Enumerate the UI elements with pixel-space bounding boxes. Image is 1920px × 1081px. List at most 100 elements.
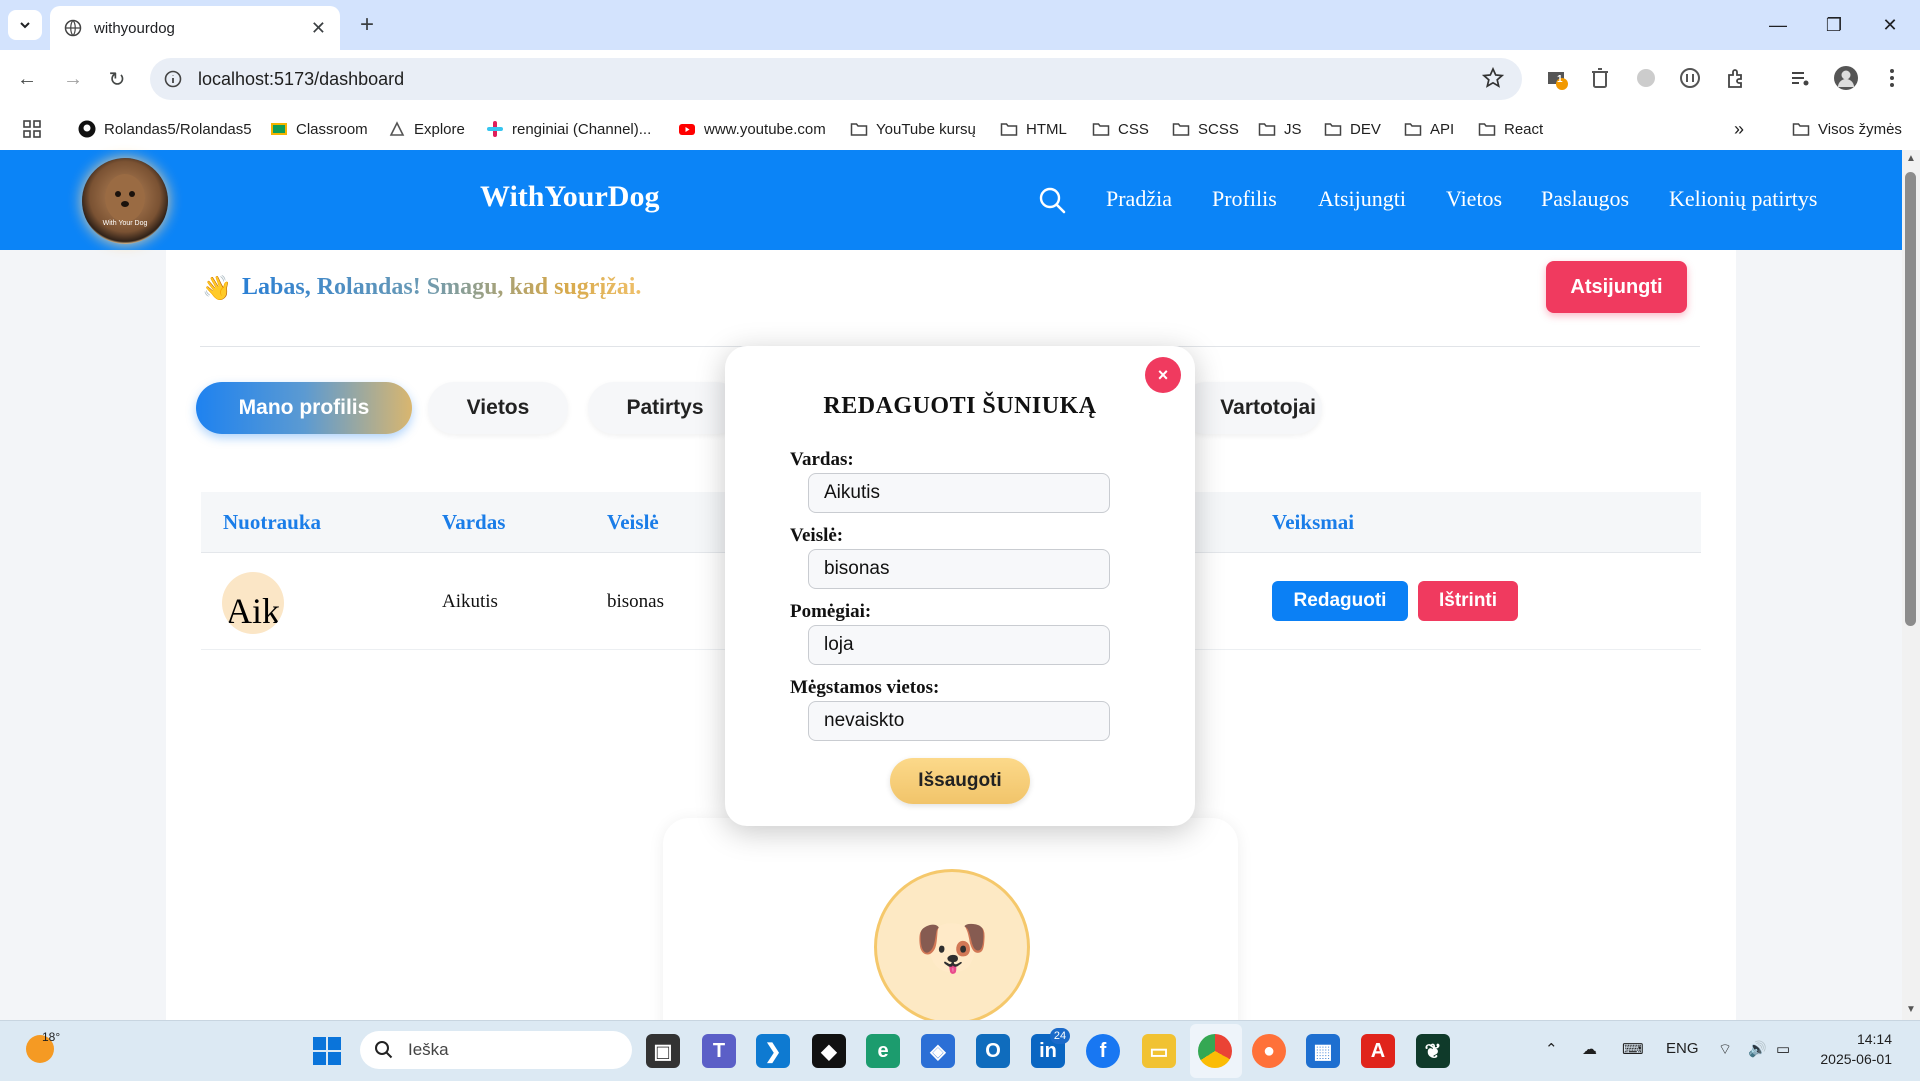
tab-my-profile[interactable]: Mano profilis [196,382,412,434]
mongodb-icon[interactable]: ❦ [1416,1034,1450,1068]
vscode-icon[interactable]: ❯ [756,1034,790,1068]
delete-button[interactable]: Ištrinti [1418,581,1518,621]
scroll-down-arrow-icon[interactable]: ▼ [1906,1004,1916,1015]
bookmark-star-icon[interactable] [1482,67,1504,89]
reload-icon[interactable]: ↻ [100,62,134,96]
site-logo[interactable]: With Your Dog [82,158,168,244]
new-tab-button[interactable]: + [352,10,382,40]
logout-button[interactable]: Atsijungti [1546,261,1687,313]
bookmark-folder[interactable]: React [1478,116,1543,142]
bookmark-item[interactable]: Rolandas5/Rolandas5 [78,116,252,142]
bookmark-item[interactable]: Explore [388,116,465,142]
bookmark-folder[interactable]: JS [1258,116,1302,142]
taskbar-clock[interactable]: 14:14 2025-06-01 [1808,1029,1892,1069]
input-language[interactable]: ENG [1666,1040,1699,1057]
bookmark-folder[interactable]: YouTube kursų [850,116,976,142]
taskbar-search[interactable]: Ieška [360,1031,632,1069]
dog-face-avatar-icon: 🐶 [874,869,1030,1025]
firefox-icon[interactable]: ● [1252,1034,1286,1068]
terminal-app-icon[interactable]: ◆ [812,1034,846,1068]
extensions-icon[interactable] [1722,64,1750,92]
minimize-button[interactable]: — [1758,8,1798,42]
brand-title[interactable]: WithYourDog [480,180,659,214]
name-input[interactable] [808,473,1110,513]
facebook-icon[interactable]: f [1086,1034,1120,1068]
store-icon[interactable]: ▦ [1306,1034,1340,1068]
taskbar-search-placeholder: Ieška [408,1040,449,1059]
volume-icon[interactable]: 🔊 [1748,1040,1767,1058]
media-controls-icon[interactable] [1786,64,1814,92]
hobbies-label: Pomėgiai: [790,601,872,622]
column-header-breed: Veislė [607,510,659,534]
search-icon[interactable] [1038,186,1066,214]
bookmark-folder[interactable]: API [1404,116,1454,142]
circle-extension-icon[interactable] [1676,64,1704,92]
all-bookmarks-folder[interactable]: Visos žymės [1792,116,1902,142]
nav-places[interactable]: Vietos [1446,186,1502,212]
forward-arrow-icon[interactable]: → [56,62,90,96]
bookmark-folder[interactable]: CSS [1092,116,1149,142]
teams-icon[interactable]: T [702,1034,736,1068]
modal-close-button[interactable]: × [1145,357,1181,393]
tab-users-label: Vartotojai [1220,396,1316,419]
tab-experiences[interactable]: Patirtys [588,382,742,434]
save-button[interactable]: Išsaugoti [890,758,1030,804]
shield-app-icon[interactable]: ◈ [921,1034,955,1068]
address-bar[interactable]: localhost:5173/dashboard [150,58,1522,100]
youtube-icon [679,124,695,135]
windows-start-icon[interactable] [312,1036,342,1066]
close-window-button[interactable]: ✕ [1870,8,1910,42]
bookmark-item[interactable]: renginiai (Channel)... [486,116,651,142]
scrollbar-thumb[interactable] [1905,172,1916,626]
folder-icon [1092,123,1110,136]
battery-icon[interactable]: ▭ [1776,1040,1790,1058]
task-view-icon[interactable]: ▣ [646,1034,680,1068]
tab-places[interactable]: Vietos [428,382,568,434]
breed-input[interactable] [808,549,1110,589]
hobbies-input[interactable] [808,625,1110,665]
adobe-acrobat-icon[interactable]: A [1361,1034,1395,1068]
profile-avatar-icon[interactable] [1832,64,1860,92]
wifi-icon[interactable]: ⌔ [1718,1040,1732,1059]
tab-users[interactable]: Vartotojai [1180,382,1322,434]
nav-travel-experiences[interactable]: Kelionių patirtys [1669,186,1817,212]
cloud-sync-icon[interactable]: ☁ [1582,1040,1597,1058]
file-explorer-icon[interactable]: ▭ [1142,1034,1176,1068]
site-info-icon[interactable] [164,70,182,88]
bookmark-label: CSS [1118,120,1149,138]
bookmark-folder[interactable]: HTML [1000,116,1067,142]
outlook-icon[interactable]: O [976,1034,1010,1068]
bookmark-folder[interactable]: DEV [1324,116,1381,142]
bookmark-item[interactable]: Classroom [270,116,368,142]
nav-logout[interactable]: Atsijungti [1318,186,1406,212]
menu-kebab-icon[interactable] [1878,64,1906,92]
trash-extension-icon[interactable] [1586,64,1614,92]
chevron-down-icon [20,22,30,29]
scroll-up-arrow-icon[interactable]: ▲ [1906,153,1916,164]
edge-icon[interactable]: e [866,1034,900,1068]
tab-search-button[interactable] [8,10,42,40]
nav-profile[interactable]: Profilis [1212,186,1277,212]
nav-home[interactable]: Pradžia [1106,186,1172,212]
chrome-icon[interactable] [1198,1034,1232,1068]
column-header-photo: Nuotrauka [223,510,322,534]
restore-button[interactable]: ❐ [1814,8,1854,42]
browser-tab[interactable]: withyourdog ✕ [50,6,340,50]
dog-logo-icon [105,174,145,222]
cloud-extension-icon[interactable] [1632,64,1660,92]
folder-icon [1324,123,1342,136]
bookmark-folder[interactable]: SCSS [1172,116,1239,142]
favorite-places-input[interactable] [808,701,1110,741]
back-arrow-icon[interactable]: ← [10,62,44,96]
more-bookmarks-chevron-icon[interactable]: » [1734,116,1744,142]
show-hidden-icons-chevron-icon[interactable]: ⌃ [1545,1040,1558,1058]
bookmark-label: JS [1284,120,1302,138]
apps-grid-icon[interactable] [22,116,42,142]
extension-puzzle-badge-icon[interactable]: 1 [1542,64,1570,92]
keyboard-icon[interactable]: ⌨ [1622,1040,1644,1058]
close-tab-icon[interactable]: ✕ [311,18,326,39]
edit-button[interactable]: Redaguoti [1272,581,1408,621]
nav-services[interactable]: Paslaugos [1541,186,1629,212]
bookmark-item[interactable]: www.youtube.com [678,116,826,142]
bookmark-label: Explore [414,120,465,138]
